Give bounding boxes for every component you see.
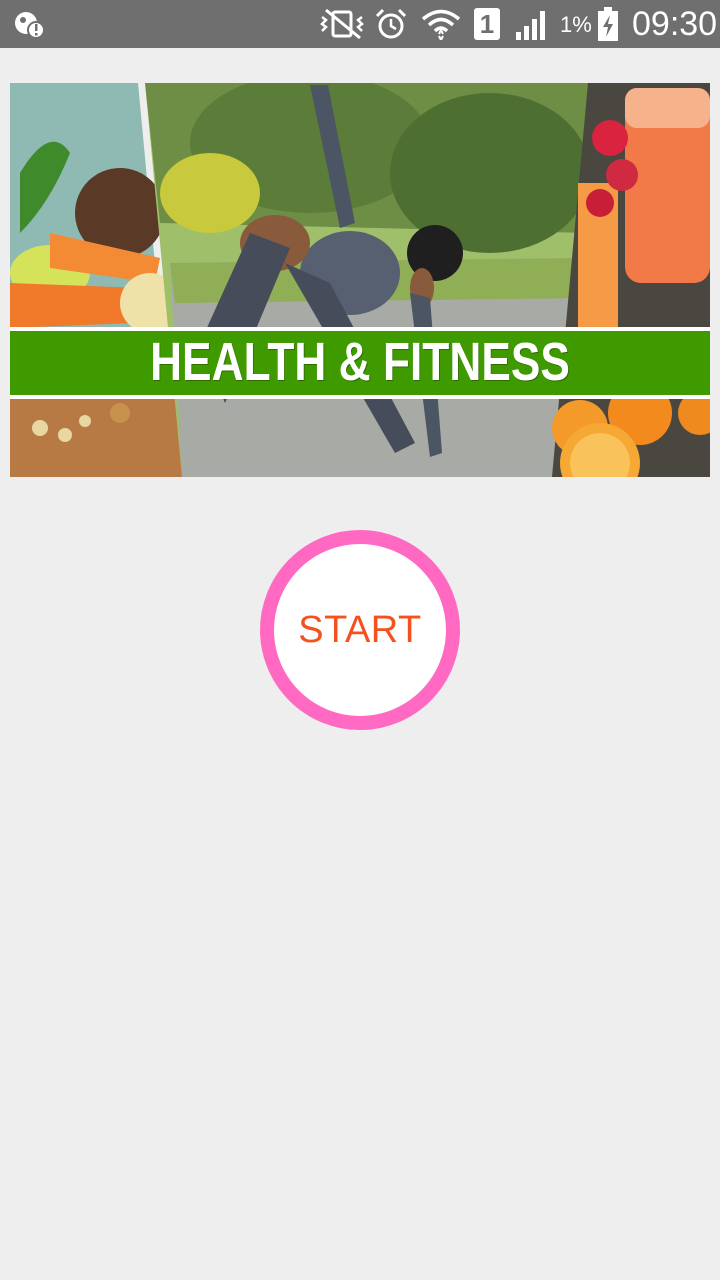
- health-fitness-banner: HEALTH & FITNESS: [10, 83, 710, 477]
- vibrate-muted-icon: [320, 8, 364, 40]
- battery-charging-icon: [598, 7, 618, 41]
- alarm-icon: [375, 8, 407, 39]
- sim-slot-label: 1: [479, 9, 495, 39]
- status-bar: 1 1% 09:30: [0, 0, 720, 48]
- banner-collage-image: [10, 83, 710, 477]
- notification-icon: [15, 12, 45, 39]
- status-time: 09:30: [632, 5, 718, 43]
- wifi-icon: [421, 9, 461, 40]
- sim-1-icon: 1: [474, 8, 500, 40]
- start-button[interactable]: START: [260, 530, 460, 730]
- battery-percent: 1%: [560, 12, 592, 37]
- start-button-label: START: [298, 608, 422, 651]
- banner-title: HEALTH & FITNESS: [150, 332, 570, 392]
- signal-icon: [516, 11, 545, 40]
